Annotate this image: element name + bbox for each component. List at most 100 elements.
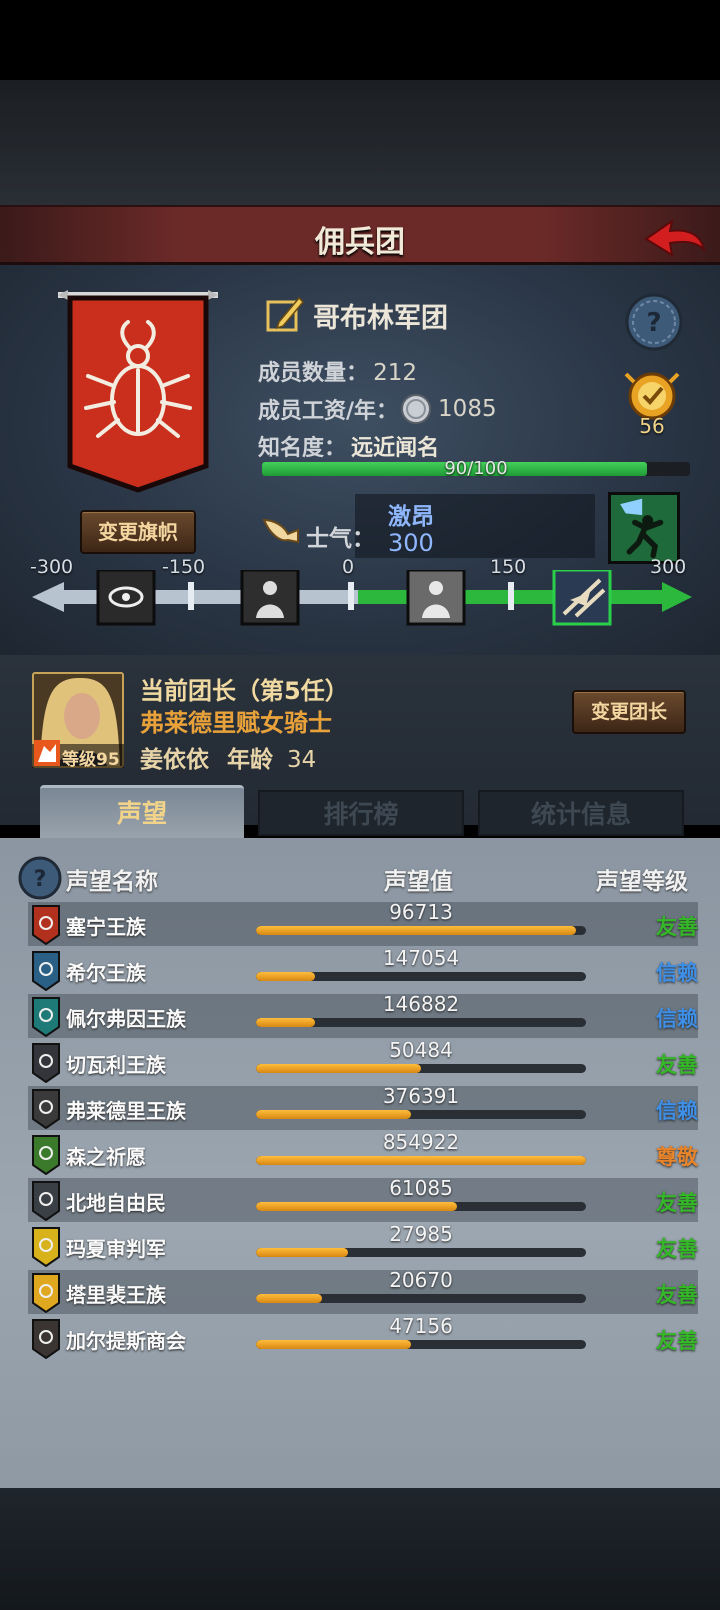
reputation-row[interactable]: 切瓦利王族 50484 友善 bbox=[28, 1038, 698, 1084]
reputation-row[interactable]: 森之祈愿 854922 尊敬 bbox=[28, 1130, 698, 1176]
faction-name: 弗莱德里王族 bbox=[66, 1099, 186, 1123]
reputation-level: 友善 bbox=[656, 1283, 698, 1307]
reputation-bar bbox=[256, 1202, 586, 1211]
reputation-level: 信赖 bbox=[656, 1099, 698, 1123]
reputation-row[interactable]: 塔里裴王族 20670 友善 bbox=[28, 1268, 698, 1314]
back-arrow-icon[interactable] bbox=[642, 215, 708, 259]
scale-tick: 0 bbox=[342, 556, 355, 578]
faction-name: 塔里裴王族 bbox=[66, 1283, 166, 1307]
reputation-value: 376391 bbox=[382, 1084, 460, 1108]
header-reputation-name: 声望名称 bbox=[66, 869, 158, 895]
tab-statistics[interactable]: 统计信息 bbox=[478, 790, 684, 836]
faction-name: 玛夏审判军 bbox=[66, 1237, 166, 1261]
salary-value: 1085 bbox=[438, 396, 497, 422]
reputation-bar bbox=[256, 1110, 586, 1119]
reputation-value: 146882 bbox=[382, 992, 460, 1016]
reputation-bar-fill bbox=[256, 1248, 349, 1257]
reputation-row[interactable]: 玛夏审判军 27985 友善 bbox=[28, 1222, 698, 1268]
svg-text:?: ? bbox=[34, 867, 47, 892]
faction-emblem-icon bbox=[32, 1089, 60, 1129]
reputation-row[interactable]: 佩尔弗因王族 146882 信赖 bbox=[28, 992, 698, 1038]
reputation-bar bbox=[256, 926, 586, 935]
header-reputation-level: 声望等级 bbox=[596, 869, 688, 895]
reputation-bar bbox=[256, 1248, 586, 1257]
faction-name: 切瓦利王族 bbox=[66, 1053, 166, 1077]
salary-row: 成员工资/年： 1085 bbox=[258, 393, 497, 425]
edit-name-icon[interactable] bbox=[265, 294, 305, 334]
faction-emblem-icon bbox=[32, 1227, 60, 1267]
faction-name: 北地自由民 bbox=[66, 1191, 166, 1215]
reputation-row[interactable]: 加尔提斯商会 47156 友善 bbox=[28, 1314, 698, 1360]
charging-soldier-icon[interactable] bbox=[608, 492, 680, 564]
guild-name-row: 哥布林军团 bbox=[265, 292, 595, 336]
faction-emblem-icon bbox=[32, 1181, 60, 1221]
scale-tick: -150 bbox=[162, 556, 206, 578]
reputation-bar-fill bbox=[256, 1294, 322, 1303]
reputation-level: 友善 bbox=[656, 1237, 698, 1261]
reputation-bar bbox=[256, 1294, 586, 1303]
reputation-row[interactable]: 北地自由民 61085 友善 bbox=[28, 1176, 698, 1222]
morale-scale-ticks: -300 -150 0 150 300 bbox=[30, 556, 694, 582]
fame-progress-text: 90/100 bbox=[444, 458, 508, 479]
change-flag-button[interactable]: 变更旗帜 bbox=[80, 510, 196, 554]
reputation-help-icon[interactable]: ? bbox=[18, 856, 62, 900]
member-count-row: 成员数量： 212 bbox=[258, 355, 417, 387]
reputation-bar-fill bbox=[256, 1340, 412, 1349]
reputation-level: 信赖 bbox=[656, 1007, 698, 1031]
level-badge: 等级95 bbox=[32, 740, 124, 770]
reputation-level: 尊敬 bbox=[656, 1145, 698, 1169]
horn-icon bbox=[262, 518, 299, 544]
reputation-bar bbox=[256, 1156, 586, 1165]
faction-name: 希尔王族 bbox=[66, 961, 146, 985]
help-icon[interactable]: ? bbox=[624, 292, 684, 352]
reputation-bar bbox=[256, 1340, 586, 1349]
faction-emblem-icon bbox=[32, 951, 60, 991]
faction-emblem-icon bbox=[32, 1043, 60, 1083]
faction-emblem-icon bbox=[32, 905, 60, 945]
reputation-value: 20670 bbox=[389, 1268, 453, 1292]
morale-value: 300 bbox=[388, 529, 434, 557]
faction-name: 森之祈愿 bbox=[66, 1145, 146, 1169]
title-bar: 佣兵团 bbox=[0, 205, 720, 265]
leader-age-label: 年龄 bbox=[227, 747, 274, 773]
reputation-level: 友善 bbox=[656, 915, 698, 939]
faction-emblem-icon bbox=[32, 1273, 60, 1313]
reputation-value: 50484 bbox=[389, 1038, 453, 1062]
reputation-row[interactable]: 弗莱德里王族 376391 信赖 bbox=[28, 1084, 698, 1130]
guild-name: 哥布林军团 bbox=[313, 303, 448, 334]
silver-coin-icon bbox=[401, 394, 432, 424]
leader-age: 34 bbox=[287, 747, 317, 773]
reputation-value: 96713 bbox=[389, 900, 453, 924]
morale-label: 士气： bbox=[306, 526, 375, 552]
faction-emblem-icon bbox=[32, 1135, 60, 1175]
reputation-bar-fill bbox=[256, 1018, 316, 1027]
scale-tick: -300 bbox=[30, 556, 74, 578]
leader-person-row: 姜依依 年龄 34 bbox=[140, 740, 316, 774]
reputation-row[interactable]: 塞宁王族 96713 友善 bbox=[28, 900, 698, 946]
reputation-value: 147054 bbox=[382, 946, 460, 970]
reputation-bar-fill bbox=[256, 1202, 458, 1211]
reputation-level: 友善 bbox=[656, 1191, 698, 1215]
reputation-level: 友善 bbox=[656, 1053, 698, 1077]
page-title: 佣兵团 bbox=[315, 225, 405, 260]
faction-name: 佩尔弗因王族 bbox=[66, 1007, 186, 1031]
reputation-bar-fill bbox=[256, 1064, 421, 1073]
member-count-label: 成员数量： bbox=[258, 361, 369, 386]
faction-name: 加尔提斯商会 bbox=[66, 1329, 186, 1353]
leader-title: 当前团长（第5任） bbox=[140, 677, 349, 705]
bottom-backdrop bbox=[0, 1488, 720, 1610]
reputation-level: 友善 bbox=[656, 1329, 698, 1353]
reputation-row[interactable]: 希尔王族 147054 信赖 bbox=[28, 946, 698, 992]
tab-leaderboard[interactable]: 排行榜 bbox=[258, 790, 464, 836]
member-count-value: 212 bbox=[373, 360, 418, 386]
tab-reputation[interactable]: 声望 bbox=[40, 785, 244, 841]
faction-emblem-icon bbox=[32, 997, 60, 1037]
reputation-bar-fill bbox=[256, 1110, 412, 1119]
change-leader-button[interactable]: 变更团长 bbox=[572, 690, 686, 734]
morale-state: 激昂 bbox=[388, 504, 434, 530]
guild-banner bbox=[58, 290, 218, 493]
reputation-bar-fill bbox=[256, 1156, 586, 1165]
reputation-bar-fill bbox=[256, 926, 577, 935]
leader-level: 等级95 bbox=[62, 750, 120, 770]
top-backdrop bbox=[0, 80, 720, 205]
